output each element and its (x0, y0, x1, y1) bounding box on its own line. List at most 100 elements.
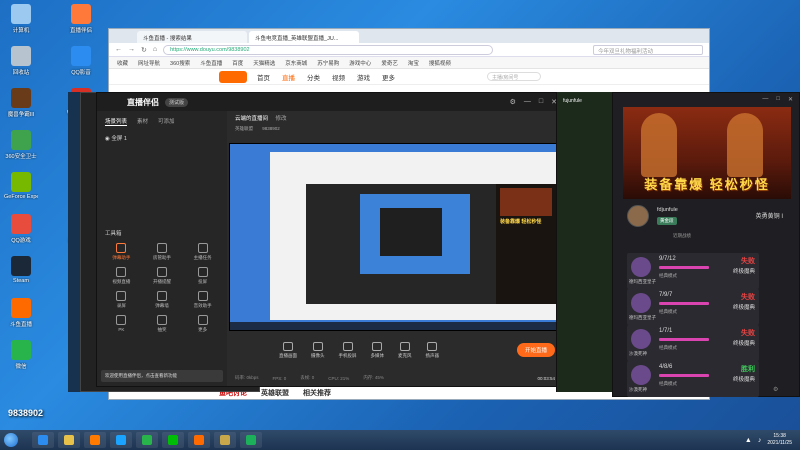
minimize-icon[interactable]: — (762, 96, 768, 104)
match-card[interactable]: 德玛西亚皇子 9/7/12 经典模式 失败 终极魔典 (627, 253, 759, 289)
taskbar-app[interactable] (240, 432, 262, 448)
match-card[interactable]: 德玛西亚皇子 7/9/7 经典模式 失败 终极魔典 (627, 289, 759, 325)
bookmark-item[interactable]: 天猫精选 (253, 59, 275, 67)
tool-item[interactable]: 开播提醒 (142, 267, 183, 285)
start-button[interactable] (4, 433, 18, 447)
desktop-icon[interactable]: QQ影音 (64, 46, 98, 76)
tool-item[interactable]: 更多 (182, 315, 223, 333)
settings-icon[interactable]: ⚙ (773, 386, 778, 396)
desktop-icon[interactable]: 斗鱼直播 (4, 298, 38, 328)
tool-item[interactable]: 弹幕墙 (142, 291, 183, 309)
ctrl-speaker[interactable]: 扬声器 (426, 341, 439, 359)
footer-related[interactable]: 相关推荐 (303, 388, 331, 398)
refresh-icon[interactable]: ↻ (141, 46, 147, 54)
taskbar-app[interactable] (136, 432, 158, 448)
tab-search[interactable]: 斗鱼直播 - 搜索结果 (137, 31, 247, 43)
taskbar-app[interactable] (58, 432, 80, 448)
nav-live[interactable]: 直播 (282, 72, 295, 82)
eye-icon[interactable]: ◉ (105, 136, 110, 142)
maximize-icon[interactable]: □ (776, 96, 780, 104)
stream-preview[interactable]: 装备靠爆 轻松秒怪 (229, 143, 561, 331)
bookmark-item[interactable]: 网址导航 (138, 59, 160, 67)
tool-item[interactable]: 音效助手 (182, 291, 223, 309)
nav-more[interactable]: 更多 (382, 72, 395, 82)
ctrl-screen[interactable]: 直播画面 (279, 341, 297, 359)
settings-icon[interactable]: ⚙ (510, 98, 516, 106)
desktop-icon[interactable]: Steam (4, 256, 38, 284)
minimize-icon[interactable]: — (524, 98, 531, 106)
tool-item[interactable]: 投屏 (182, 267, 223, 285)
taskbar-app[interactable] (84, 432, 106, 448)
nav-category[interactable]: 分类 (307, 72, 320, 82)
room-category[interactable]: 英雄联盟 (235, 126, 253, 131)
taskbar-app[interactable] (162, 432, 184, 448)
monitor-icon (283, 341, 293, 351)
clock[interactable]: 15:38 2021/11/25 (767, 433, 792, 447)
tool-item[interactable]: PK (101, 315, 142, 333)
clock-time: 15:38 (773, 433, 786, 439)
tool-item[interactable]: 视频直播 (101, 267, 142, 285)
back-icon[interactable]: ← (115, 46, 122, 53)
desktop-icon-label: 直播伴侣 (69, 28, 92, 34)
bookmark-item[interactable]: 京东商城 (285, 59, 307, 67)
network-icon[interactable]: ▲ (745, 437, 752, 444)
forward-icon[interactable]: → (128, 46, 135, 53)
tool-item[interactable]: 录屏 (101, 291, 142, 309)
tab-scenes[interactable]: 场景列表 (105, 117, 128, 126)
tab-addable[interactable]: 可添加 (158, 117, 175, 126)
match-card[interactable]: 沙漠死神 1/7/1 经典模式 失败 终极魔典 (627, 325, 759, 361)
close-icon[interactable]: ✕ (788, 96, 793, 104)
url-field[interactable]: https://www.douyu.com/9838902 (163, 44, 494, 55)
ctrl-phone[interactable]: 手机投屏 (339, 341, 357, 359)
bookmark-item[interactable]: 百度 (232, 59, 243, 67)
ctrl-mic[interactable]: 麦克风 (398, 341, 412, 359)
bookmark-item[interactable]: 游戏中心 (349, 59, 371, 67)
maximize-icon[interactable]: □ (539, 98, 543, 106)
bookmark-item[interactable]: 360搜索 (170, 59, 190, 67)
bookmark-item[interactable]: 收藏 (117, 59, 128, 67)
bookmark-item[interactable]: 斗鱼直播 (200, 59, 222, 67)
bookmark-item[interactable]: 搜狐视频 (429, 59, 451, 67)
tool-item[interactable]: 抽奖 (142, 315, 183, 333)
search-input[interactable]: 今年双旦礼物福利活动 (593, 44, 703, 55)
desktop-icon[interactable]: QQ游戏 (4, 214, 38, 244)
edit-room-button[interactable]: 修改 (276, 116, 287, 122)
notice-banner[interactable]: 欢迎使用直播伴侣，点击查看新功能 (101, 370, 223, 382)
nav-games[interactable]: 游戏 (357, 72, 370, 82)
desktop-icon[interactable]: 计算机 (4, 4, 38, 34)
nav-home[interactable]: 首页 (257, 72, 270, 82)
scene-item[interactable]: ◉ 全屏 1 (97, 132, 227, 144)
desktop-icon[interactable]: 魔兽争霸III (4, 88, 38, 118)
tool-item[interactable]: 弹幕助手 (101, 243, 142, 261)
bookmark-item[interactable]: 爱奇艺 (381, 59, 398, 67)
match-card[interactable]: 沙漠死神 4/8/6 经典模式 胜利 终极魔典 (627, 361, 759, 397)
home-icon[interactable]: ⌂ (153, 46, 157, 53)
desktop-icon[interactable]: GeForce Experience (4, 172, 38, 200)
tab-douyu[interactable]: 斗鱼电竞直播_英雄联盟直播_JU... (249, 31, 359, 43)
ctrl-camera[interactable]: 摄像头 (311, 341, 325, 359)
tool-icon (197, 267, 208, 277)
footer-lol[interactable]: 英雄联盟 (261, 388, 289, 398)
taskbar-app[interactable] (110, 432, 132, 448)
ctrl-media[interactable]: 多媒体 (371, 341, 384, 359)
desktop-icon[interactable]: 360安全卫士 (4, 130, 38, 160)
avatar[interactable] (627, 205, 649, 227)
desktop-icon[interactable]: 回收站 (4, 46, 38, 76)
taskbar-app[interactable] (214, 432, 236, 448)
game-ad-banner[interactable]: 装备靠爆 轻松秒怪 (623, 107, 791, 199)
streamer-app-window: 直播伴侣 测试版 ⚙ — □ ✕ 场景列表 素材 可添加 ◉ 全屏 1 工具箱 … (96, 92, 564, 387)
start-live-button[interactable]: 开始直播 (516, 343, 555, 357)
volume-icon[interactable]: ♪ (758, 437, 762, 444)
tool-item[interactable]: 主播任务 (182, 243, 223, 261)
desktop-icon[interactable]: 微信 (4, 340, 38, 370)
douyu-search-input[interactable]: 主播/房间号 (487, 72, 541, 81)
desktop-icon[interactable]: 直播伴侣 (64, 4, 98, 34)
tool-item[interactable]: 房管助手 (142, 243, 183, 261)
tab-material[interactable]: 素材 (137, 117, 148, 126)
bookmark-item[interactable]: 淘宝 (408, 59, 419, 67)
douyu-logo[interactable] (219, 70, 247, 83)
bookmark-item[interactable]: 苏宁易购 (317, 59, 339, 67)
nav-video[interactable]: 视频 (332, 72, 345, 82)
taskbar-app[interactable] (188, 432, 210, 448)
taskbar-app[interactable] (32, 432, 54, 448)
